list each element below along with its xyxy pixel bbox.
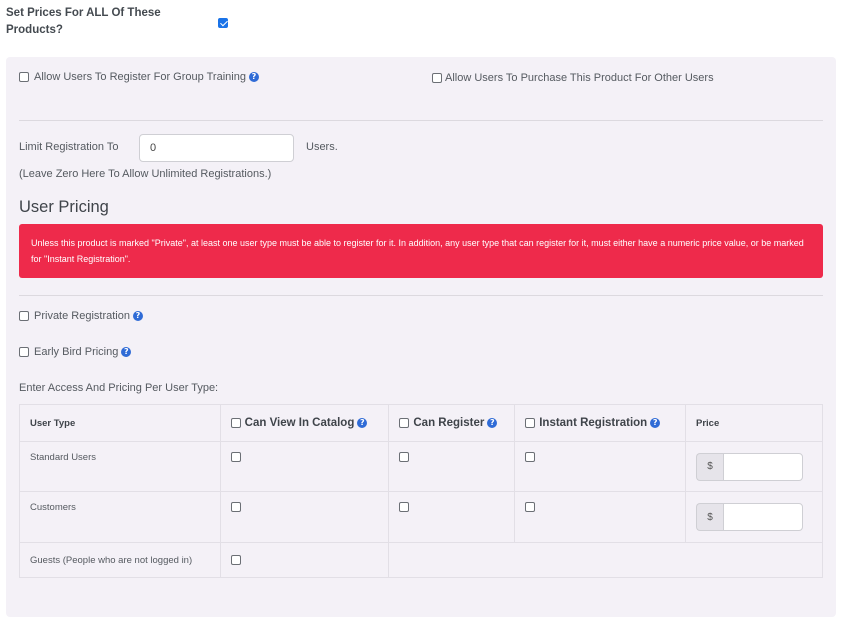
price-field: $: [696, 452, 803, 481]
price-input[interactable]: [723, 503, 803, 531]
early-bird-option: Early Bird Pricing ?: [19, 346, 132, 358]
private-registration-checkbox[interactable]: [19, 311, 29, 321]
set-prices-checkbox[interactable]: [218, 14, 228, 32]
instant-registration-header: Instant Registration?: [514, 404, 686, 442]
pricing-alert: Unless this product is marked "Private",…: [19, 224, 823, 278]
instant-registration-all-checkbox[interactable]: [525, 417, 536, 428]
purchase-for-others-label: Allow Users To Purchase This Product For…: [445, 72, 714, 84]
user-pricing-title: User Pricing: [19, 198, 109, 216]
early-bird-checkbox[interactable]: [19, 347, 29, 357]
table-row: Guests (People who are not logged in): [19, 542, 823, 578]
table-header-row: User Type Can View In Catalog? Can Regis…: [19, 404, 823, 442]
user-type-pricing-table: User Type Can View In Catalog? Can Regis…: [19, 404, 823, 578]
limit-registration-label: Limit Registration To: [19, 141, 119, 153]
price-header: Price: [685, 404, 823, 442]
private-registration-option: Private Registration ?: [19, 310, 143, 322]
user-type-name: Customers: [19, 491, 221, 543]
group-training-option: Allow Users To Register For Group Traini…: [19, 71, 259, 83]
can-view-all-checkbox[interactable]: [230, 417, 241, 428]
question-circle-icon[interactable]: ?: [133, 311, 143, 321]
question-circle-icon[interactable]: ?: [650, 417, 661, 428]
price-input[interactable]: [723, 452, 803, 481]
purchase-for-others-checkbox[interactable]: [432, 73, 442, 83]
table-row: Customers $: [19, 491, 823, 543]
can-view-checkbox[interactable]: [230, 554, 241, 565]
can-view-header-label: Can View In Catalog: [244, 417, 355, 429]
question-circle-icon[interactable]: ?: [357, 417, 368, 428]
user-type-name: Standard Users: [19, 441, 221, 492]
currency-addon: $: [696, 503, 723, 531]
user-type-header: User Type: [19, 404, 221, 442]
set-prices-label: Set Prices For ALL Of These Products?: [6, 7, 161, 36]
divider: [19, 295, 823, 296]
currency-addon: $: [696, 452, 723, 481]
can-register-checkbox[interactable]: [399, 452, 410, 463]
can-register-checkbox[interactable]: [399, 502, 410, 513]
can-view-checkbox[interactable]: [230, 452, 241, 463]
settings-panel: Allow Users To Register For Group Traini…: [6, 57, 836, 617]
instant-registration-checkbox[interactable]: [525, 452, 536, 463]
access-pricing-label: Enter Access And Pricing Per User Type:: [19, 382, 219, 394]
can-view-header: Can View In Catalog?: [219, 404, 390, 442]
group-training-label: Allow Users To Register For Group Traini…: [34, 71, 246, 83]
purchase-for-others-option: Allow Users To Purchase This Product For…: [432, 72, 714, 84]
question-circle-icon[interactable]: ?: [248, 72, 259, 82]
can-register-header: Can Register?: [388, 404, 516, 442]
instant-registration-checkbox[interactable]: [525, 502, 536, 513]
can-register-header-label: Can Register: [413, 417, 485, 429]
question-circle-icon[interactable]: ?: [487, 417, 498, 428]
can-view-checkbox[interactable]: [230, 502, 241, 513]
limit-registration-input[interactable]: 0: [139, 134, 294, 162]
empty-cell: [388, 542, 823, 578]
early-bird-label: Early Bird Pricing: [34, 346, 119, 358]
private-registration-label: Private Registration: [34, 310, 130, 322]
divider: [19, 120, 823, 121]
limit-registration-suffix: Users.: [306, 141, 338, 153]
instant-registration-header-label: Instant Registration: [539, 417, 648, 429]
limit-registration-hint: (Leave Zero Here To Allow Unlimited Regi…: [19, 168, 272, 180]
user-type-name: Guests (People who are not logged in): [19, 542, 221, 578]
question-circle-icon[interactable]: ?: [121, 347, 132, 357]
table-row: Standard Users $: [19, 441, 823, 492]
group-training-checkbox[interactable]: [19, 72, 29, 82]
can-register-all-checkbox[interactable]: [399, 417, 410, 428]
price-field: $: [696, 503, 803, 531]
